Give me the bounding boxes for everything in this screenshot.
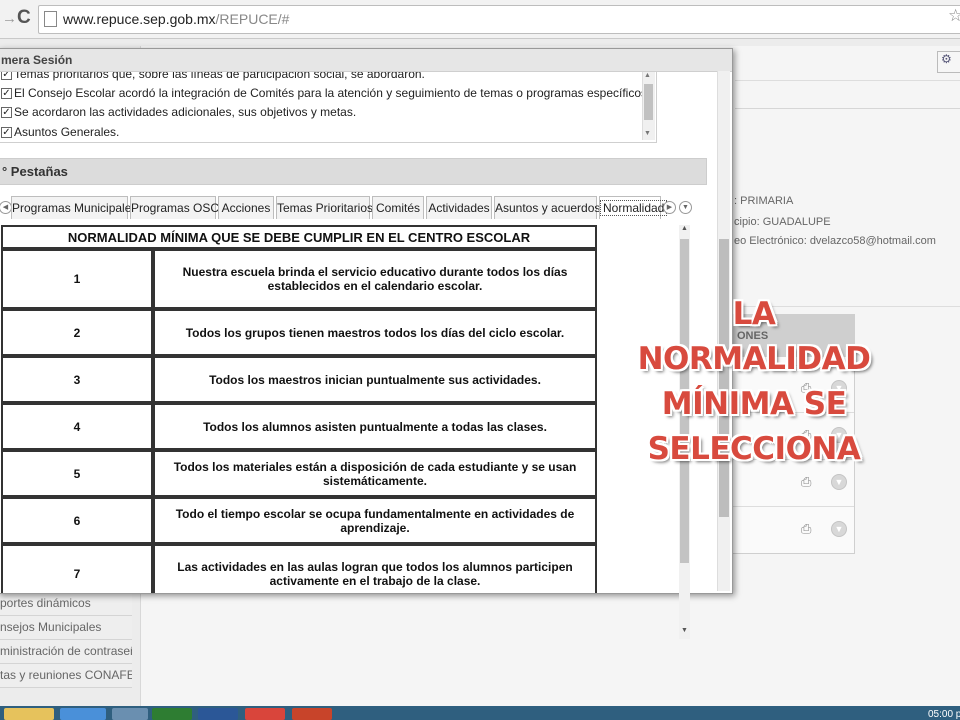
dialog-title: mera Sesión [1, 53, 73, 67]
powerpoint-icon[interactable] [292, 708, 332, 720]
table-header-row: NORMALIDAD MÍNIMA QUE SE DEBE CUMPLIR EN… [1, 225, 597, 249]
settings-button[interactable]: ⚙ [937, 51, 960, 73]
chrome-icon[interactable] [245, 708, 285, 720]
back-arrow-icon[interactable]: → [2, 10, 17, 27]
checkbox-checked-icon[interactable]: ✓ [1, 88, 12, 100]
table-row[interactable]: 2 Todos los grupos tienen maestros todos… [1, 309, 597, 356]
checklist-item[interactable]: ✓ Temas prioritarios que, sobre las línea… [1, 72, 425, 81]
normalidad-table: NORMALIDAD MÍNIMA QUE SE DEBE CUMPLIR EN… [1, 225, 597, 593]
page-icon [44, 11, 57, 27]
url-text: www.repuce.sep.gob.mx/REPUCE/# [63, 11, 290, 27]
row-number: 2 [1, 309, 153, 356]
background-header [735, 50, 960, 81]
annotation-line: MÍNIMA SE [661, 386, 847, 422]
dialog-titlebar: mera Sesión [0, 49, 732, 72]
excel-icon[interactable] [152, 708, 192, 720]
row-number: 7 [1, 544, 153, 593]
sidebar-item-contrasenas[interactable]: ministración de contraseñas [0, 640, 132, 664]
row-number: 4 [1, 403, 153, 450]
tab-programas-osc[interactable]: Programas OSC [130, 196, 219, 219]
bookmark-star-icon[interactable]: ☆ [948, 6, 960, 26]
sidebar-menu: portes dinámicos nsejos Municipales mini… [0, 592, 132, 688]
print-icon[interactable]: ⎙ [801, 474, 811, 490]
tab-bar: ◀ Programas Municipales Programas OSC Ac… [0, 195, 705, 220]
table-row[interactable]: 1 Nuestra escuela brinda el servicio edu… [1, 249, 597, 309]
email-text: eo Electrónico: dvelazco58@hotmail.com [734, 235, 936, 247]
row-text: Todos los maestros inician puntualmente … [153, 356, 597, 403]
address-bar[interactable]: www.repuce.sep.gob.mx/REPUCE/# [38, 5, 960, 34]
word-icon[interactable] [198, 708, 238, 720]
municipio-text: cipio: GUADALUPE [734, 216, 831, 228]
annotation-line: LA [732, 296, 776, 332]
row-text: Todo el tiempo escolar se ocupa fundamen… [153, 497, 597, 544]
row-text: Todos los alumnos asisten puntualmente a… [153, 403, 597, 450]
internet-explorer-icon[interactable] [60, 708, 106, 720]
checklist-scrollbar[interactable]: ▲ ▼ [642, 72, 655, 140]
normalidad-panel: NORMALIDAD MÍNIMA QUE SE DEBE CUMPLIR EN… [0, 223, 677, 593]
table-row[interactable]: 3 Todos los maestros inician puntualment… [1, 356, 597, 403]
checklist-item[interactable]: ✓ Se acordaron las actividades adicionale… [1, 105, 356, 119]
scrollbar-thumb[interactable] [644, 84, 653, 120]
down-circle-icon[interactable]: ▼ [831, 521, 847, 537]
nivel-text: : PRIMARIA [734, 195, 794, 207]
table-row[interactable]: 6 Todo el tiempo escolar se ocupa fundam… [1, 497, 597, 544]
browser-toolbar: → C www.repuce.sep.gob.mx/REPUCE/# ☆ [0, 0, 960, 39]
sidebar-item-consejos[interactable]: nsejos Municipales [0, 616, 132, 640]
tab-scroll-right-icon[interactable]: ▶ [663, 201, 676, 214]
clock: 05:00 p [928, 709, 960, 720]
tab-menu-icon[interactable]: ▼ [679, 201, 692, 214]
row-text: Todos los grupos tienen maestros todos l… [153, 309, 597, 356]
tab-asuntos-y-acuerdos[interactable]: Asuntos y acuerdos [494, 196, 600, 219]
annotation-overlay: LA NORMALIDAD MÍNIMA SE SELECCIONA [636, 292, 872, 472]
table-header: NORMALIDAD MÍNIMA QUE SE DEBE CUMPLIR EN… [1, 225, 597, 249]
table-row[interactable]: 5 Todos los materiales están a disposici… [1, 450, 597, 497]
tab-programas-municipales[interactable]: Programas Municipales [11, 196, 137, 219]
tab-comites[interactable]: Comités [372, 196, 424, 219]
checkbox-checked-icon[interactable]: ✓ [1, 107, 12, 119]
row-text: Las actividades en las aulas logran que … [153, 544, 597, 593]
scroll-down-icon[interactable]: ▼ [681, 627, 688, 634]
taskbar: 05:00 p [0, 706, 960, 720]
sidebar-item-reportes[interactable]: portes dinámicos [0, 592, 132, 616]
row-text: Nuestra escuela brinda el servicio educa… [153, 249, 597, 309]
action-row: ⎙ ▼ [733, 506, 854, 554]
down-circle-icon[interactable]: ▼ [831, 474, 847, 490]
background-tabstrip [735, 86, 960, 109]
annotation-line: NORMALIDAD [637, 341, 871, 377]
row-number: 5 [1, 450, 153, 497]
row-number: 3 [1, 356, 153, 403]
tabs-section-header: ° Pestañas [0, 158, 707, 185]
section-title: ° Pestañas [2, 164, 68, 179]
topics-checklist: ✓ Temas prioritarios que, sobre las línea… [0, 71, 657, 143]
table-row[interactable]: 4 Todos los alumnos asisten puntualmente… [1, 403, 597, 450]
checkbox-checked-icon[interactable]: ✓ [1, 127, 12, 139]
scroll-down-icon[interactable]: ▼ [644, 130, 651, 137]
checklist-item[interactable]: ✓ Asuntos Generales. [1, 125, 119, 139]
file-explorer-icon[interactable] [4, 708, 54, 720]
tab-acciones[interactable]: Acciones [218, 196, 274, 219]
annotation-line: SELECCIONA [647, 431, 861, 467]
sidebar-item-conafe[interactable]: tas y reuniones CONAFE [0, 664, 132, 688]
app-icon[interactable] [112, 708, 148, 720]
row-number: 1 [1, 249, 153, 309]
scroll-up-icon[interactable]: ▲ [644, 72, 651, 79]
tab-actividades[interactable]: Actividades [426, 196, 492, 219]
row-number: 6 [1, 497, 153, 544]
print-icon[interactable]: ⎙ [801, 521, 811, 537]
session-dialog: mera Sesión ✓ Temas prioritarios que, sob… [0, 48, 733, 639]
reload-icon[interactable]: C [17, 7, 31, 29]
scroll-up-icon[interactable]: ▲ [681, 225, 688, 232]
row-text: Todos los materiales están a disposición… [153, 450, 597, 497]
checklist-item[interactable]: ✓ El Consejo Escolar acordó la integració… [1, 86, 650, 100]
checkbox-checked-icon[interactable]: ✓ [1, 72, 12, 81]
tab-normalidad[interactable]: Normalidad [599, 196, 668, 219]
table-row[interactable]: 7 Las actividades en las aulas logran qu… [1, 544, 597, 593]
tab-temas-prioritarios[interactable]: Temas Prioritarios [276, 196, 373, 219]
